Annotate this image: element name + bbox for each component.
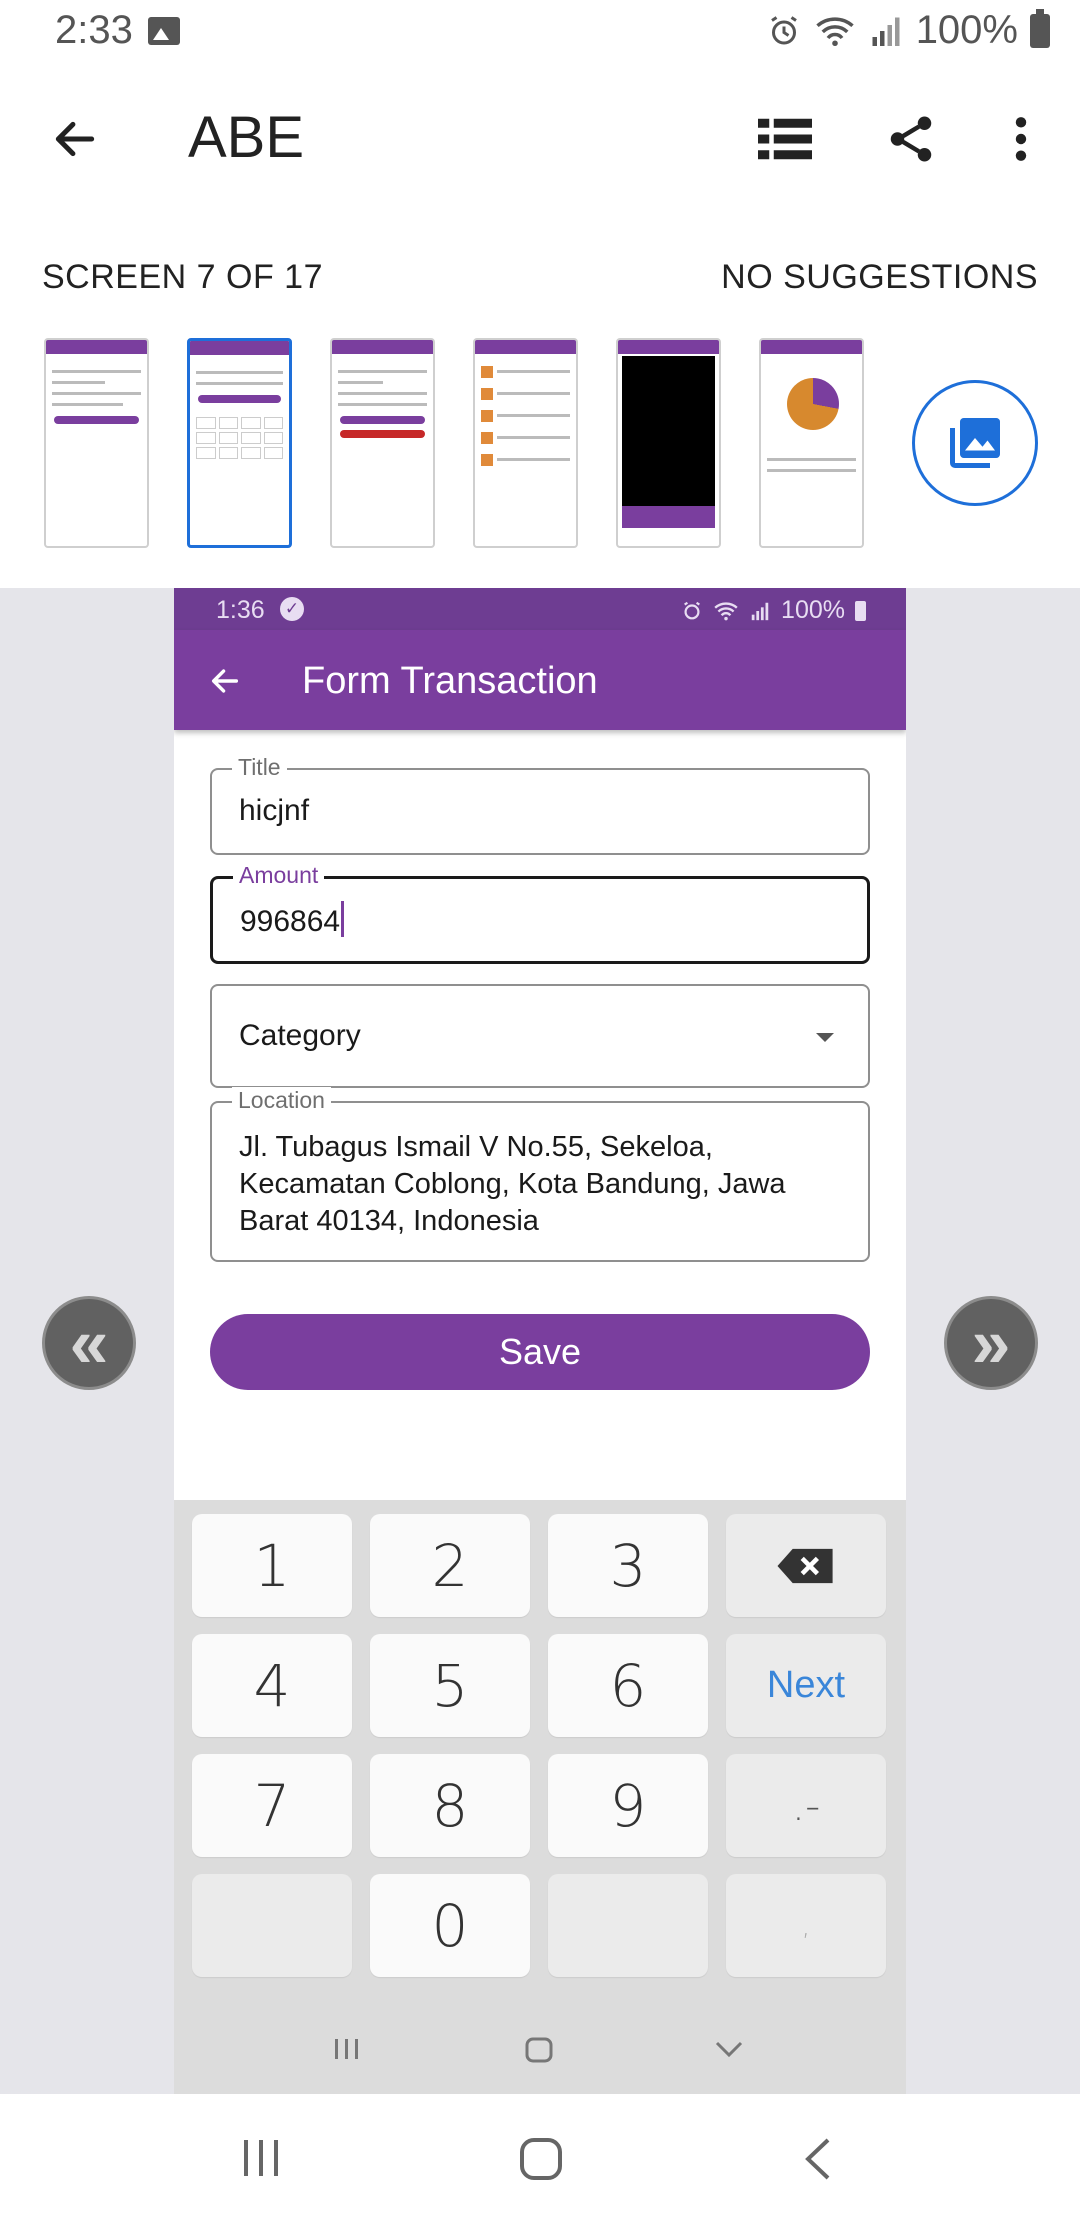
phone-nav-bar: [174, 2004, 906, 2094]
app-title: ABE: [188, 105, 305, 170]
recents-icon[interactable]: [332, 2036, 362, 2062]
empty-key: [548, 1874, 708, 1977]
status-bar: 2:33 100%: [0, 0, 1080, 64]
double-chevron-right-icon: »: [971, 1304, 1011, 1382]
next-key[interactable]: Next: [726, 1634, 886, 1737]
arrow-left-icon: [211, 669, 239, 693]
recents-icon[interactable]: [240, 2138, 282, 2178]
category-dropdown[interactable]: Category: [210, 984, 870, 1088]
screen-info-row: SCREEN 7 OF 17 NO SUGGESTIONS: [42, 258, 1038, 297]
wifi-icon: [714, 601, 738, 620]
amount-field-value: 996864: [240, 905, 341, 938]
screen-thumbnail[interactable]: [616, 338, 721, 548]
more-options-button[interactable]: [988, 106, 1054, 172]
share-icon: [890, 116, 932, 162]
key-0[interactable]: 0: [370, 1874, 530, 1977]
arrow-left-icon: [55, 121, 95, 157]
key-8[interactable]: 8: [370, 1754, 530, 1857]
backspace-icon: [777, 1548, 833, 1583]
amount-field-label: Amount: [233, 862, 325, 889]
back-button[interactable]: [40, 104, 110, 174]
next-screen-button[interactable]: »: [944, 1296, 1038, 1390]
home-icon[interactable]: [518, 2136, 564, 2182]
phone-battery-percentage: 100%: [781, 596, 845, 624]
app-bar: ABE: [0, 64, 1080, 214]
phone-status-time: 1:36: [216, 596, 265, 624]
suggestions-status: NO SUGGESTIONS: [721, 258, 1038, 296]
signal-icon: [751, 602, 769, 620]
screen-thumbnail[interactable]: [44, 338, 149, 548]
wifi-icon: [816, 16, 854, 46]
screen-preview: 1:36 ✓ 100% Form Transaction Title hicjn…: [174, 588, 906, 2094]
category-dropdown-label: Category: [239, 1019, 361, 1052]
hide-keyboard-icon[interactable]: [714, 2038, 744, 2060]
symbols-key[interactable]: .-: [726, 1754, 886, 1857]
list-view-button[interactable]: [752, 106, 818, 172]
phone-page-title: Form Transaction: [302, 660, 598, 702]
battery-icon: [1030, 8, 1050, 48]
key-5[interactable]: 5: [370, 1634, 530, 1737]
list-icon: [758, 118, 812, 160]
battery-icon: [855, 600, 866, 621]
screen-thumbnail[interactable]: [759, 338, 864, 548]
location-field-label: Location: [232, 1087, 331, 1114]
more-vert-icon: [1015, 117, 1027, 161]
empty-key: [192, 1874, 352, 1977]
screen-thumbnail[interactable]: [473, 338, 578, 548]
key-7[interactable]: 7: [192, 1754, 352, 1857]
previous-screen-button[interactable]: «: [42, 1296, 136, 1390]
key-4[interactable]: 4: [192, 1634, 352, 1737]
double-chevron-left-icon: «: [69, 1304, 109, 1382]
key-3[interactable]: 3: [548, 1514, 708, 1617]
amount-field[interactable]: Amount 996864: [210, 862, 870, 964]
title-field[interactable]: Title hicjnf: [210, 754, 870, 855]
phone-app-bar: Form Transaction: [174, 630, 906, 730]
image-notification-icon: [148, 17, 180, 45]
status-time: 2:33: [55, 8, 133, 52]
back-nav-icon[interactable]: [800, 2136, 834, 2182]
home-icon[interactable]: [524, 2036, 554, 2064]
comma-key[interactable]: ,: [726, 1874, 886, 1977]
dropdown-arrow-icon: [816, 1033, 834, 1042]
location-field-value: Jl. Tubagus Ismail V No.55, Sekeloa, Kec…: [239, 1131, 786, 1237]
numeric-keyboard: 1 2 3 4 5 6 Next 7 8 9 .- 0 ,: [174, 1500, 906, 2094]
key-9[interactable]: 9: [548, 1754, 708, 1857]
check-icon: ✓: [280, 597, 304, 621]
share-button[interactable]: [878, 106, 944, 172]
alarm-icon: [684, 601, 700, 619]
photo-library-icon: [950, 418, 1000, 468]
key-1[interactable]: 1: [192, 1514, 352, 1617]
title-field-value: hicjnf: [239, 794, 310, 827]
signal-icon: [872, 17, 900, 46]
text-cursor: [341, 901, 345, 937]
location-field[interactable]: Location Jl. Tubagus Ismail V No.55, Sek…: [210, 1087, 870, 1262]
phone-back-button[interactable]: [204, 660, 246, 702]
screen-thumbnail-selected[interactable]: [187, 338, 292, 548]
alarm-icon: [770, 15, 797, 44]
phone-status-bar: 1:36 ✓ 100%: [174, 588, 906, 630]
gallery-button[interactable]: [912, 380, 1038, 506]
backspace-key[interactable]: [726, 1514, 886, 1617]
screen-thumbnail[interactable]: [330, 338, 435, 548]
save-button[interactable]: Save: [210, 1314, 870, 1390]
key-6[interactable]: 6: [548, 1634, 708, 1737]
battery-percentage: 100%: [915, 8, 1018, 52]
system-nav-bar: [0, 2094, 1080, 2220]
key-2[interactable]: 2: [370, 1514, 530, 1617]
screen-position: SCREEN 7 OF 17: [42, 258, 323, 296]
title-field-label: Title: [232, 754, 287, 781]
